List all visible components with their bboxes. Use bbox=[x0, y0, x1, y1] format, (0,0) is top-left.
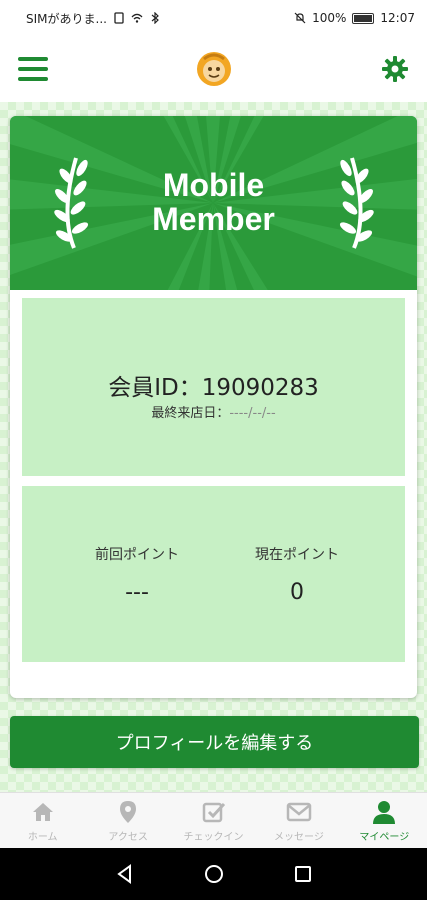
app-bar bbox=[0, 36, 427, 102]
last-visit-value: ----/--/-- bbox=[229, 406, 276, 421]
hamburger-icon[interactable] bbox=[18, 57, 48, 81]
nav-access-label: アクセス bbox=[108, 831, 148, 843]
member-id: 会員ID：19090283 bbox=[22, 368, 405, 402]
edit-profile-button[interactable]: プロフィールを編集する bbox=[10, 716, 419, 768]
status-bar: SIMがありま... 100% 12:07 bbox=[0, 0, 427, 36]
current-points: 現在ポイント 0 bbox=[222, 544, 372, 605]
previous-points: 前回ポイント --- bbox=[62, 544, 212, 605]
recents-icon[interactable] bbox=[292, 863, 314, 885]
nav-access[interactable]: アクセス bbox=[85, 793, 170, 848]
map-pin-icon bbox=[120, 800, 137, 823]
mail-icon bbox=[286, 802, 312, 821]
system-nav-bar bbox=[0, 848, 427, 900]
previous-points-label: 前回ポイント bbox=[95, 547, 179, 563]
previous-points-value: --- bbox=[125, 580, 149, 605]
points-panel: 前回ポイント --- 現在ポイント 0 bbox=[22, 486, 405, 662]
nav-message[interactable]: メッセージ bbox=[256, 793, 341, 848]
checkin-icon bbox=[202, 802, 225, 822]
card-title-line2: Member bbox=[152, 201, 275, 237]
home-icon bbox=[32, 802, 53, 821]
home-circle-icon[interactable] bbox=[203, 863, 225, 885]
member-id-label: 会員ID： bbox=[108, 375, 202, 401]
mascot-logo bbox=[197, 52, 231, 86]
member-card: Mobile Member 会員ID：19090283 最終来店日：----/-… bbox=[10, 116, 417, 698]
nav-home-label: ホーム bbox=[27, 831, 58, 843]
current-points-value: 0 bbox=[290, 580, 304, 605]
nav-mypage-label: マイページ bbox=[359, 831, 410, 843]
battery-percent: 100% bbox=[312, 11, 347, 25]
card-title-line1: Mobile bbox=[162, 167, 265, 203]
last-visit-label: 最終来店日： bbox=[151, 406, 230, 421]
nav-home[interactable]: ホーム bbox=[0, 793, 85, 848]
nav-checkin[interactable]: チェックイン bbox=[171, 793, 256, 848]
current-points-label: 現在ポイント bbox=[255, 547, 339, 563]
bottom-nav: ホーム アクセス チェックイン メッセージ マイページ bbox=[0, 792, 427, 848]
nav-checkin-label: チェックイン bbox=[183, 831, 244, 843]
card-title: Mobile Member bbox=[10, 168, 417, 236]
battery-icon bbox=[352, 12, 375, 24]
nav-mypage[interactable]: マイページ bbox=[342, 793, 427, 848]
wifi-icon bbox=[131, 13, 143, 23]
carrier-text: SIMがありま... bbox=[26, 11, 107, 26]
last-visit: 最終来店日：----/--/-- bbox=[22, 402, 405, 421]
user-icon bbox=[373, 800, 396, 824]
clock: 12:07 bbox=[380, 11, 415, 25]
mute-icon bbox=[294, 12, 306, 24]
bluetooth-icon bbox=[151, 12, 159, 24]
member-id-value: 19090283 bbox=[201, 375, 319, 401]
gear-icon[interactable] bbox=[381, 55, 409, 83]
card-header: Mobile Member bbox=[10, 116, 417, 290]
nav-message-label: メッセージ bbox=[274, 831, 324, 843]
sim-icon bbox=[114, 12, 124, 24]
back-icon[interactable] bbox=[114, 863, 136, 885]
member-id-panel: 会員ID：19090283 最終来店日：----/--/-- bbox=[22, 298, 405, 476]
